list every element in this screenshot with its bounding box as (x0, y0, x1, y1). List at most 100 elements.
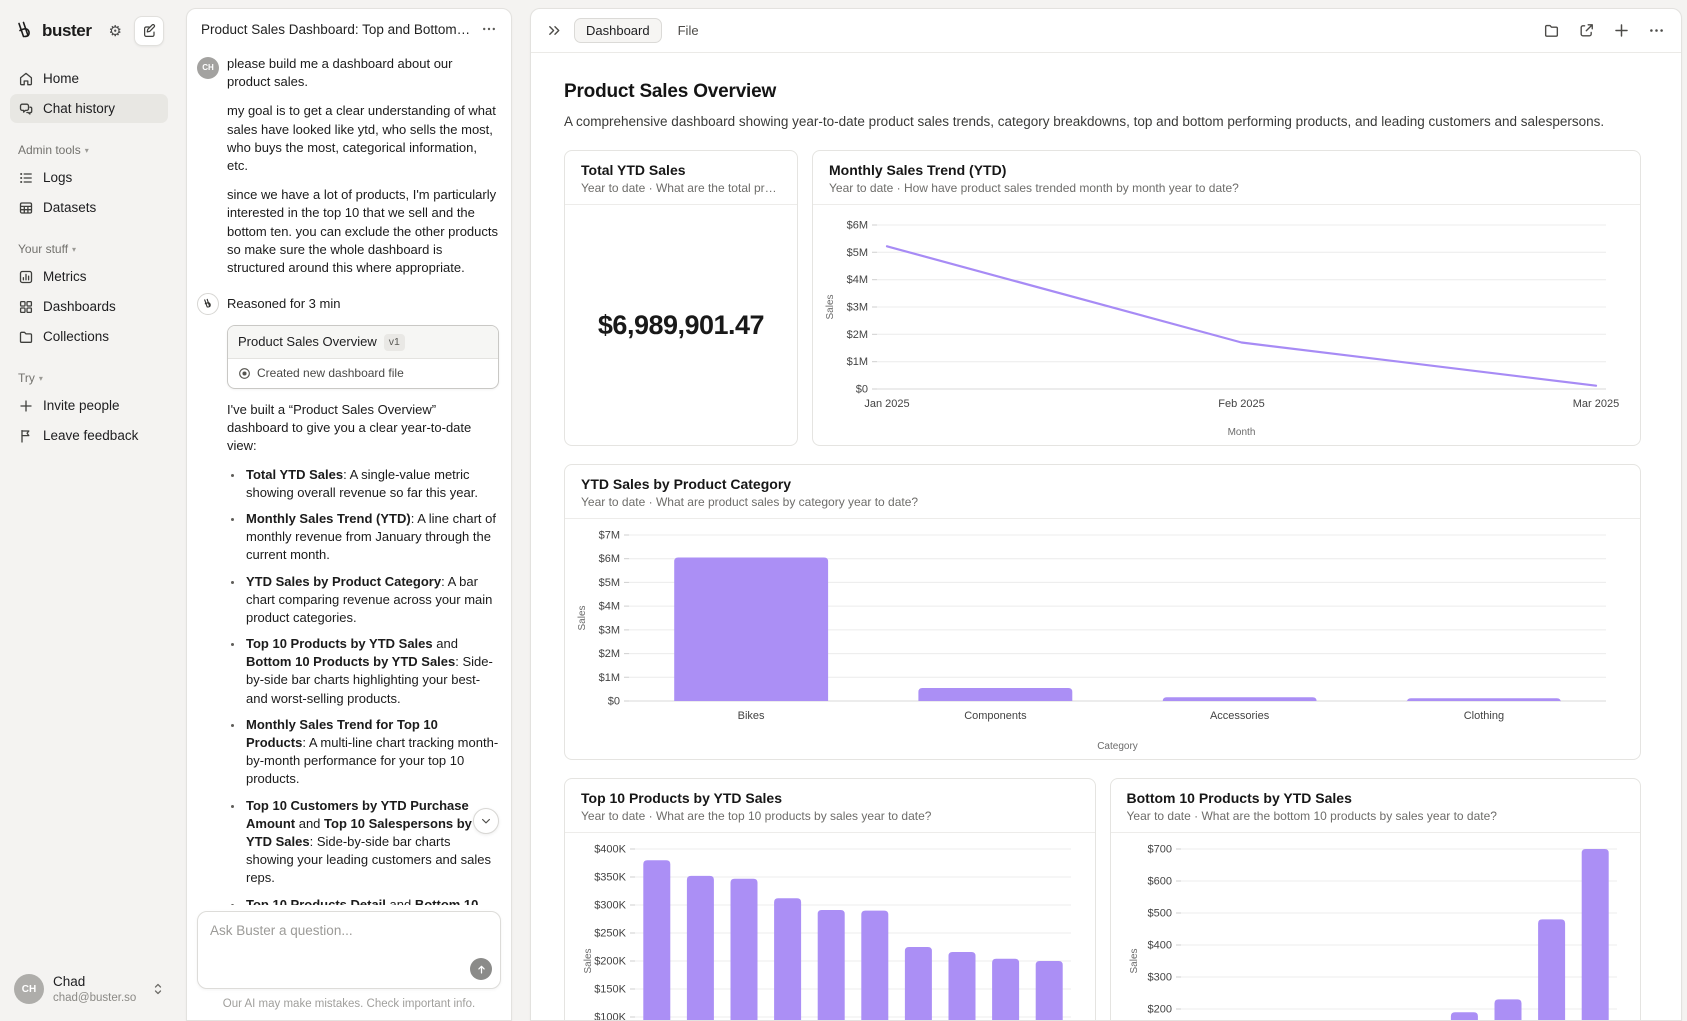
ytd-sales-by-category-chart[interactable]: $0$1M$2M$3M$4M$5M$6M$7MBikesComponentsAc… (565, 519, 1640, 760)
plus-icon (18, 398, 34, 414)
sidebar-item-label: Leave feedback (43, 428, 138, 443)
scroll-to-bottom-button[interactable] (473, 808, 499, 834)
tab-file[interactable]: File (674, 19, 703, 42)
svg-text:Accessories: Accessories (1210, 710, 1270, 722)
svg-text:$400K: $400K (594, 844, 626, 856)
svg-text:Sales: Sales (825, 295, 836, 320)
metric-value: $6,989,901.47 (598, 310, 764, 341)
share-button[interactable] (1578, 22, 1595, 39)
svg-text:Bikes: Bikes (738, 710, 765, 722)
more-options-button[interactable] (1648, 22, 1665, 39)
collapse-sidebar-button[interactable] (547, 23, 562, 38)
svg-text:$150K: $150K (594, 984, 626, 996)
svg-text:$7M: $7M (599, 530, 620, 542)
chat-input[interactable] (198, 912, 500, 988)
app-logo-text: buster (42, 21, 101, 41)
dashboard-file-card[interactable]: Product Sales Overview v1 Created new da… (227, 325, 499, 389)
flag-icon (18, 428, 34, 444)
collections-folder-icon (18, 329, 34, 345)
sidebar-item-chat-history[interactable]: Chat history (10, 94, 168, 123)
svg-text:$100K: $100K (594, 1012, 626, 1020)
sidebar-section-your-stuff[interactable]: Your stuff▾ (18, 242, 160, 256)
sidebar-item-logs[interactable]: Logs (10, 163, 168, 192)
svg-text:Clothing: Clothing (1464, 710, 1504, 722)
buster-logo-icon (197, 293, 219, 315)
bottom-10-products-chart[interactable]: $0$100$200$300$400$500$600$700Sales (1111, 833, 1641, 1020)
sidebar-item-invite-people[interactable]: Invite people (10, 391, 168, 420)
dashboard-content[interactable]: Product Sales Overview A comprehensive d… (531, 53, 1681, 1020)
sidebar-item-label: Home (43, 71, 79, 86)
svg-text:Jan 2025: Jan 2025 (864, 398, 909, 410)
user-menu[interactable]: CH Chad chad@buster.so (10, 970, 168, 1009)
svg-text:$0: $0 (856, 384, 868, 396)
svg-text:Sales: Sales (577, 606, 588, 631)
monthly-sales-trend-chart[interactable]: $0$1M$2M$3M$4M$5M$6MJan 2025Feb 2025Mar … (813, 205, 1640, 446)
user-message-text: please build me a dashboard about our pr… (227, 55, 499, 277)
sidebar-item-label: Chat history (43, 101, 115, 116)
new-chat-button[interactable] (134, 16, 164, 46)
chevron-up-down-icon (152, 982, 164, 996)
sidebar-item-dashboards[interactable]: Dashboards (10, 292, 168, 321)
sidebar-item-collections[interactable]: Collections (10, 322, 168, 351)
add-to-dashboard-button[interactable] (1613, 22, 1630, 39)
svg-text:$1M: $1M (599, 672, 620, 684)
svg-text:$6M: $6M (599, 553, 620, 565)
chat-more-button[interactable] (481, 21, 497, 37)
sidebar-item-label: Metrics (43, 269, 87, 284)
ytd-sales-by-category-card[interactable]: YTD Sales by Product Category Year to da… (564, 464, 1641, 760)
sidebar-item-home[interactable]: Home (10, 64, 168, 93)
svg-text:$0: $0 (608, 696, 620, 708)
chat-panel: Product Sales Dashboard: Top and Bottom … (186, 8, 512, 1021)
file-status: Created new dashboard file (257, 365, 404, 382)
sidebar-admin-items: Logs Datasets (10, 163, 168, 222)
plus-icon (1613, 22, 1630, 39)
tab-dashboard[interactable]: Dashboard (574, 18, 662, 43)
svg-text:Components: Components (964, 710, 1027, 722)
datasets-icon (18, 200, 34, 216)
send-button[interactable] (470, 958, 492, 980)
sidebar-section-try[interactable]: Try▾ (18, 371, 160, 385)
sidebar-item-label: Logs (43, 170, 72, 185)
sidebar-your-stuff-items: Metrics Dashboards Collections (10, 262, 168, 351)
settings-gear-icon[interactable]: ⚙ (107, 20, 124, 42)
main-panel: Dashboard File (530, 8, 1682, 1021)
buster-logo-icon (14, 20, 36, 42)
svg-text:$400: $400 (1147, 940, 1171, 952)
sidebar-nav: Home Chat history (10, 64, 168, 123)
reasoning-row[interactable]: Reasoned for 3 min (197, 293, 499, 315)
sidebar-try-items: Invite people Leave feedback (10, 391, 168, 450)
total-ytd-sales-card[interactable]: Total YTD Sales Year to date · What are … (564, 150, 798, 446)
svg-text:$700: $700 (1147, 844, 1171, 856)
svg-text:$600: $600 (1147, 876, 1171, 888)
page-description: A comprehensive dashboard showing year-t… (564, 112, 1641, 132)
card-subtitle: Year to date · What are the total produ.… (581, 181, 781, 195)
ai-disclaimer: Our AI may make mistakes. Check importan… (197, 989, 501, 1020)
dashboards-icon (18, 299, 34, 315)
bottom-10-products-card[interactable]: Bottom 10 Products by YTD Sales Year to … (1110, 778, 1642, 1020)
svg-text:$350K: $350K (594, 872, 626, 884)
assistant-intro: I've built a “Product Sales Overview” da… (227, 401, 499, 456)
sidebar-item-label: Collections (43, 329, 109, 344)
card-title: Monthly Sales Trend (YTD) (829, 162, 1624, 178)
logs-icon (18, 170, 34, 186)
top-10-products-chart[interactable]: $0$50K$100K$150K$200K$250K$300K$350K$400… (565, 833, 1095, 1020)
top-10-products-card[interactable]: Top 10 Products by YTD Sales Year to dat… (564, 778, 1096, 1020)
chat-input-area: Our AI may make mistakes. Check importan… (187, 905, 511, 1020)
user-name: Chad (53, 974, 143, 991)
page-title: Product Sales Overview (564, 81, 1641, 103)
sidebar-item-datasets[interactable]: Datasets (10, 193, 168, 222)
chat-history-icon (18, 101, 34, 117)
save-to-collection-button[interactable] (1543, 22, 1560, 39)
svg-text:Category: Category (1097, 741, 1138, 752)
sidebar: buster ⚙ Home Chat history Admin tools▾ (0, 0, 178, 1021)
sidebar-item-leave-feedback[interactable]: Leave feedback (10, 421, 168, 450)
svg-text:$5M: $5M (847, 247, 868, 259)
monthly-sales-trend-card[interactable]: Monthly Sales Trend (YTD) Year to date ·… (812, 150, 1641, 446)
assistant-message: I've built a “Product Sales Overview” da… (227, 401, 499, 905)
reasoning-label: Reasoned for 3 min (227, 295, 340, 313)
share-icon (1578, 22, 1595, 39)
avatar: CH (14, 974, 44, 1004)
avatar: CH (197, 57, 219, 79)
sidebar-item-metrics[interactable]: Metrics (10, 262, 168, 291)
sidebar-section-admin-tools[interactable]: Admin tools▾ (18, 143, 160, 157)
